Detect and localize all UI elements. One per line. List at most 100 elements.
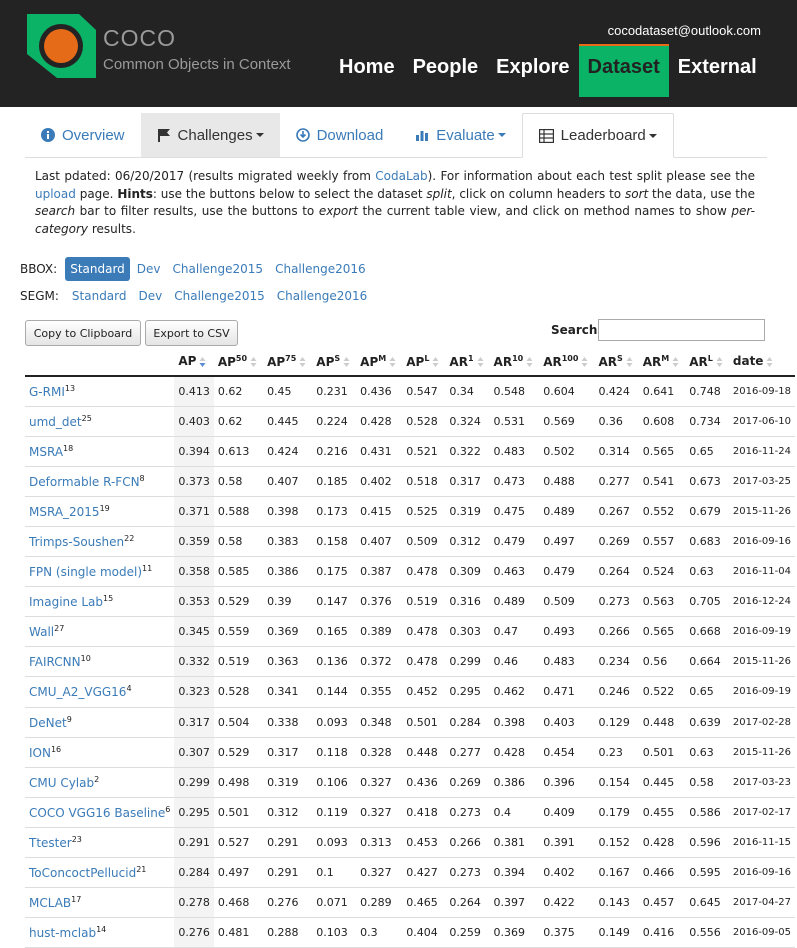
method-link[interactable]: DeNet [29,716,67,730]
nav-dataset[interactable]: Dataset [578,44,669,97]
method-link[interactable]: G-RMI [29,385,65,399]
col-header-label: AR [493,354,513,369]
contact-email[interactable]: cocodataset@outlook.com [608,23,761,38]
codalab-link[interactable]: CodaLab [375,169,427,183]
col-header-apm[interactable]: APM [356,347,403,377]
bbox-standard[interactable]: Standard [65,257,130,281]
brand-title: COCO [103,25,176,51]
segm-standard[interactable]: Standard [67,284,132,308]
tab-challenges[interactable]: Challenges [140,113,280,157]
metric-cell: 0.445 [263,406,313,437]
metric-cell: 0.1 [312,857,357,889]
col-header-label: AR [598,354,617,369]
segm-dev[interactable]: Dev [134,284,168,308]
col-header-apl[interactable]: APL [402,347,446,377]
metric-cell: 0.319 [445,496,490,527]
bbox-challenge2015[interactable]: Challenge2015 [168,257,269,281]
metric-cell: 0.314 [594,436,639,467]
nav-people[interactable]: People [404,44,488,97]
method-link[interactable]: ION [29,746,51,760]
sort-arrows-icon [766,356,773,367]
method-link[interactable]: FPN (single model) [29,565,142,579]
col-header-label: AP [178,354,197,368]
tab-leaderboard[interactable]: Leaderboard [521,113,674,158]
bbox-dev[interactable]: Dev [132,257,166,281]
col-header-ap50[interactable]: AP50 [213,347,264,377]
metric-cell: 0.267 [594,496,639,527]
bbox-label: BBOX: [20,262,58,276]
export-csv-button[interactable]: Export to CSV [145,320,238,346]
col-header-date[interactable]: date [728,347,795,377]
col-header-ars[interactable]: ARS [594,347,639,377]
metric-cell: 0.375 [539,917,595,948]
col-header-superscript: M [661,353,670,363]
desc-emphasis: sort [624,186,649,201]
rank-superscript: 13 [64,383,76,393]
col-header-ap[interactable]: AP [174,347,214,377]
col-header-arm[interactable]: ARM [638,347,686,377]
method-link[interactable]: Ttester [29,836,72,850]
metric-cell: 0.431 [356,436,403,467]
col-header-aps[interactable]: APS [312,347,357,377]
method-cell: FAIRCNN10 [25,646,175,678]
method-link[interactable]: MSRA_2015 [29,505,100,519]
metric-cell: 0.136 [312,646,357,678]
method-link[interactable]: COCO VGG16 Baseline [29,806,165,820]
metric-cell: 0.556 [685,917,729,948]
method-link[interactable]: CMU_A2_VGG16 [29,685,126,699]
metric-cell: 0.479 [489,526,540,558]
method-cell: Deformable R-FCN8 [25,466,175,497]
sort-arrows-icon [199,356,206,367]
metric-cell: 0.56 [638,646,686,678]
tab-evaluate[interactable]: Evaluate [399,113,521,157]
method-link[interactable]: Wall [29,625,54,639]
col-header-arl[interactable]: ARL [685,347,729,377]
metric-cell: 0.65 [685,436,729,467]
metric-cell: 0.478 [402,616,446,648]
nav-external[interactable]: External [669,44,766,97]
tab-download[interactable]: Download [280,113,400,157]
rank-superscript: 10 [80,654,91,664]
col-header-ar1[interactable]: AR1 [445,347,490,377]
method-link[interactable]: ToConcoctPellucid [29,866,136,880]
date-cell: 2016-12-24 [728,586,795,618]
method-link[interactable]: FAIRCNN [29,655,81,669]
metric-cell: 0.119 [312,797,357,828]
method-link[interactable]: MCLAB [29,896,71,910]
nav-explore[interactable]: Explore [487,44,578,97]
metric-cell: 0.152 [594,827,639,859]
method-link[interactable]: MSRA [29,445,63,459]
segm-challenge2015[interactable]: Challenge2015 [169,284,270,308]
nav-home[interactable]: Home [330,44,404,97]
rank-superscript: 9 [66,714,72,724]
search-input[interactable] [598,319,765,341]
method-link[interactable]: hust-mclab [29,926,96,940]
metric-cell: 0.369 [489,917,540,948]
tab-overview[interactable]: Overview [25,113,141,157]
metric-cell: 0.278 [174,887,214,919]
metric-cell: 0.471 [539,676,595,708]
metric-cell: 0.522 [638,676,686,708]
method-link[interactable]: Trimps-Soushen [29,535,124,549]
bbox-challenge2016[interactable]: Challenge2016 [270,257,371,281]
col-header-ar100[interactable]: AR100 [539,347,595,377]
metric-cell: 0.466 [638,857,686,889]
col-header-ar10[interactable]: AR10 [489,347,540,377]
method-link[interactable]: umd_det [29,415,82,429]
metric-cell: 0.231 [312,376,357,407]
segm-challenge2016[interactable]: Challenge2016 [272,284,373,308]
col-header-method[interactable] [25,347,175,377]
method-link[interactable]: Deformable R-FCN [29,475,140,489]
copy-to-clipboard-button[interactable]: Copy to Clipboard [25,320,141,346]
metric-cell: 0.327 [356,797,403,828]
upload-link[interactable]: upload [35,187,76,201]
leaderboard-table: AP AP50 AP75 APS APM APL AR1 AR10 AR100 ARS ARM ARL… [25,347,795,948]
metric-cell: 0.483 [489,436,540,467]
method-link[interactable]: CMU Cylab [29,776,94,790]
method-link[interactable]: Imagine Lab [29,595,103,609]
metric-cell: 0.387 [356,556,403,588]
col-header-ap75[interactable]: AP75 [263,347,313,377]
table-row: FAIRCNN10 0.332 0.519 0.363 0.136 0.372 0.478 0… [25,646,795,678]
coco-logo[interactable] [27,14,96,78]
metric-cell: 0.383 [263,526,313,558]
